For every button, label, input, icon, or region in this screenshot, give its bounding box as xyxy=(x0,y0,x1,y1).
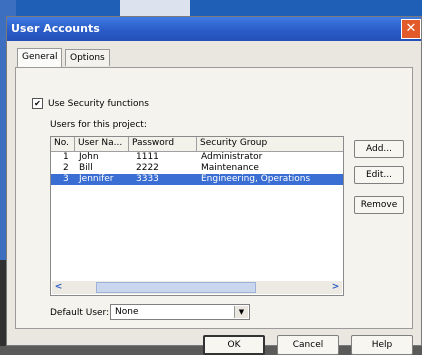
cell-no: 2 xyxy=(63,163,69,173)
use-security-label: Use Security functions xyxy=(48,99,149,109)
cell-group: Administrator xyxy=(201,152,263,162)
user-accounts-dialog: User Accounts ✕ General Options ✔ Use Se… xyxy=(6,16,422,355)
edit-button[interactable]: Edit... xyxy=(354,166,404,184)
column-header-no[interactable]: No. xyxy=(51,137,75,151)
users-list-view[interactable]: No. User Na... Password Security Group 1… xyxy=(50,136,344,296)
add-button[interactable]: Add... xyxy=(354,140,404,158)
check-icon: ✔ xyxy=(34,99,41,108)
help-button[interactable]: Help xyxy=(351,335,413,355)
table-row[interactable]: 2 Bill 2222 Maintenance xyxy=(51,163,343,174)
use-security-checkbox[interactable]: ✔ xyxy=(32,98,43,109)
tab-options[interactable]: Options xyxy=(65,49,110,66)
cell-password: 3333 xyxy=(136,174,159,184)
scroll-right-icon[interactable]: > xyxy=(329,281,342,294)
default-user-label: Default User: xyxy=(50,308,110,318)
cell-user: Bill xyxy=(79,163,93,173)
cell-no: 3 xyxy=(63,174,69,184)
tab-general[interactable]: General xyxy=(17,48,63,67)
title-bar[interactable]: User Accounts ✕ xyxy=(7,17,421,41)
remove-button[interactable]: Remove xyxy=(354,196,404,214)
cell-password: 1111 xyxy=(136,152,159,162)
dialog-title: User Accounts xyxy=(11,22,100,35)
column-header-security-group[interactable]: Security Group xyxy=(197,137,343,151)
close-button[interactable]: ✕ xyxy=(401,19,421,39)
close-icon: ✕ xyxy=(405,21,417,36)
ok-button[interactable]: OK xyxy=(203,335,265,355)
default-user-value: None xyxy=(115,307,139,317)
column-header-password[interactable]: Password xyxy=(129,137,197,151)
list-header: No. User Na... Password Security Group xyxy=(51,137,343,152)
table-row[interactable]: 1 John 1111 Administrator xyxy=(51,152,343,163)
horizontal-scrollbar[interactable]: < > xyxy=(52,281,342,294)
table-row-selected[interactable]: 3 Jennifer 3333 Engineering, Operations xyxy=(51,174,343,185)
use-security-checkbox-row[interactable]: ✔ Use Security functions xyxy=(32,98,149,109)
cell-user: Jennifer xyxy=(79,174,114,184)
scrollbar-thumb[interactable] xyxy=(96,282,256,293)
scroll-left-icon[interactable]: < xyxy=(52,281,65,294)
dropdown-arrow-icon[interactable]: ▼ xyxy=(234,306,248,318)
cell-password: 2222 xyxy=(136,163,159,173)
default-user-select[interactable]: None ▼ xyxy=(110,304,250,320)
cell-group: Maintenance xyxy=(201,163,259,173)
column-header-user-name[interactable]: User Na... xyxy=(75,137,129,151)
cell-user: John xyxy=(79,152,99,162)
general-tab-panel: ✔ Use Security functions Users for this … xyxy=(15,67,413,329)
cancel-button[interactable]: Cancel xyxy=(277,335,339,355)
cell-no: 1 xyxy=(63,152,69,162)
users-list-label: Users for this project: xyxy=(50,120,147,130)
cell-group: Engineering, Operations xyxy=(201,174,311,184)
